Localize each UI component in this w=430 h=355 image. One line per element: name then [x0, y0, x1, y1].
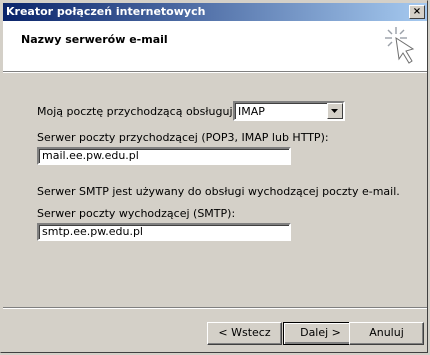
wizard-header: Nazwy serwerów e-mail [3, 21, 427, 72]
incoming-server-input[interactable]: mail.ee.pw.edu.pl [37, 147, 291, 165]
incoming-server-label: Serwer poczty przychodzącej (POP3, IMAP … [37, 131, 329, 144]
footer-divider [3, 307, 427, 309]
wizard-wand-icon [385, 27, 415, 64]
back-button[interactable]: < Wstecz [207, 322, 282, 345]
page-title: Nazwy serwerów e-mail [21, 33, 168, 46]
next-button[interactable]: Dalej > [283, 322, 358, 345]
header-divider [3, 72, 427, 73]
outgoing-server-label: Serwer poczty wychodzącej (SMTP): [37, 207, 236, 220]
wizard-window: Kreator połączeń internetowych × Nazwy s… [0, 0, 428, 353]
title-bar[interactable]: Kreator połączeń internetowych × [3, 3, 427, 21]
incoming-type-value: IMAP [238, 105, 265, 118]
smtp-note: Serwer SMTP jest używany do obsługi wych… [37, 185, 400, 198]
chevron-down-icon[interactable] [327, 103, 343, 119]
outgoing-server-input[interactable]: smtp.ee.pw.edu.pl [37, 223, 291, 241]
close-button[interactable]: × [409, 5, 425, 19]
incoming-type-select[interactable]: IMAP [233, 101, 345, 121]
close-icon: × [412, 6, 422, 17]
cancel-button[interactable]: Anuluj [349, 322, 424, 345]
window-title: Kreator połączeń internetowych [6, 5, 206, 18]
